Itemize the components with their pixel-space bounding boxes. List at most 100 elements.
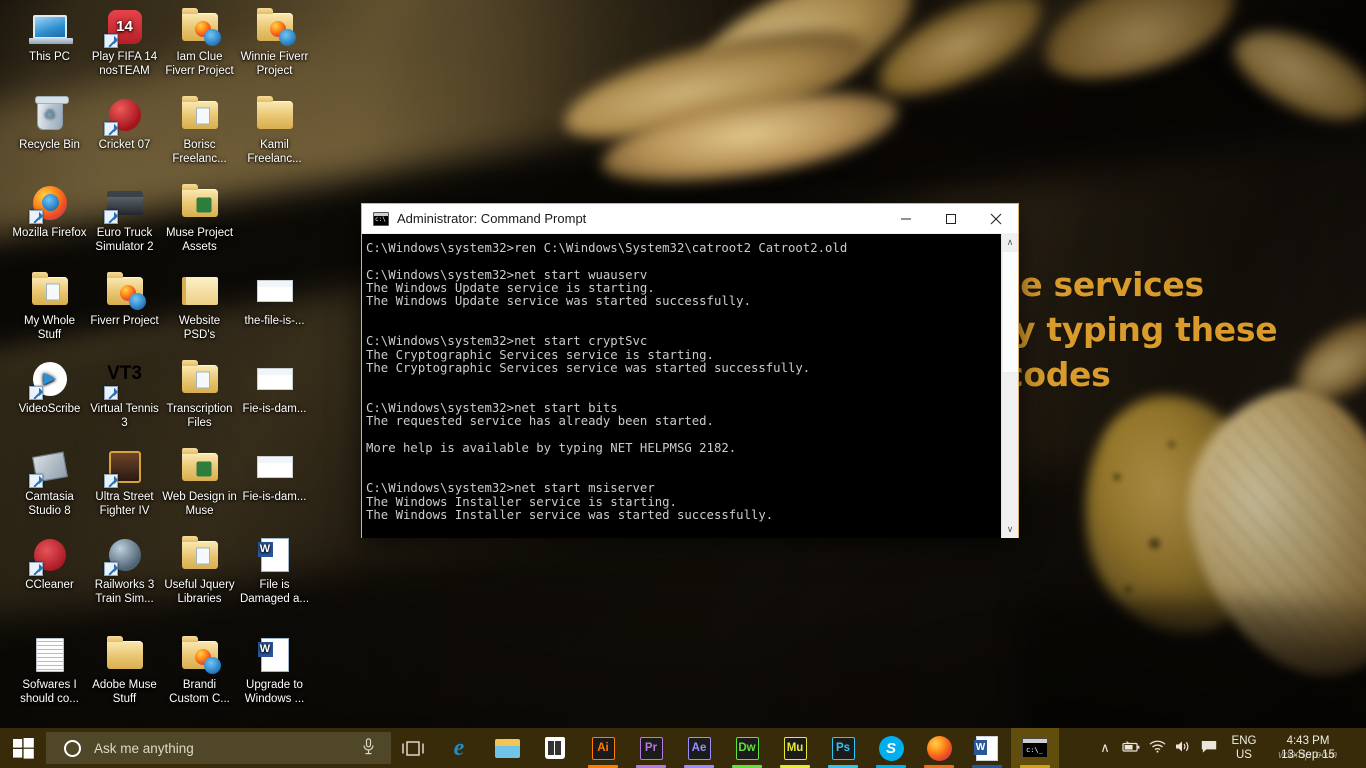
desktop-icon-euro-truck-simulator-2[interactable]: Euro Truck Simulator 2 [87,182,162,254]
desktop-icon-label: File is Damaged a... [239,579,310,605]
desktop-icon-label: Recycle Bin [19,139,80,151]
scroll-up-icon[interactable]: ∧ [1002,234,1019,251]
desktop-icon-upgrade-to-windows[interactable]: Upgrade to Windows ... [237,634,312,706]
desktop-icon-my-whole-stuff[interactable]: My Whole Stuff [12,270,87,342]
tray-chevron-icon[interactable]: ∧ [1092,740,1118,756]
desktop-icon-videoscribe[interactable]: ▶ VideoScribe [12,358,87,416]
desktop-icon-label: This PC [29,51,70,63]
desktop-icon-transcription-files[interactable]: Transcription Files [162,358,237,430]
desktop-icon-label: Useful Jquery Libraries [164,579,235,605]
taskbar-app-illustrator[interactable]: Ai [579,728,627,768]
taskbar-app-list[interactable]: e Ai Pr Ae Dw Mu Ps S Wc:\_ [435,728,1059,768]
console-scrollbar[interactable]: ∧ ∨ [1001,234,1018,538]
icon-art [253,6,297,48]
scrollbar-track[interactable] [1001,251,1018,521]
wifi-icon[interactable] [1144,740,1170,756]
taskbar-app-skype[interactable]: S [867,728,915,768]
desktop-icon-label: Fie-is-dam... [242,403,307,415]
search-input[interactable]: Ask me anything [46,732,391,764]
taskbar-app-command-prompt[interactable]: c:\_ [1011,728,1059,768]
desktop-icon-fiverr-project[interactable]: Fiverr Project [87,270,162,328]
clock[interactable]: 4:43 PM 13-Sep-15 wsxdp.com [1266,734,1350,762]
folder-open-icon [181,277,218,305]
desktop-icon-label: Iam Clue Fiverr Project [165,51,234,77]
folder-icon [106,636,143,669]
scrollbar-thumb[interactable] [1001,251,1018,373]
desktop-icon-fie-is-dam[interactable]: Fie-is-dam... [237,358,312,416]
desktop-icon-winnie-fiverr-project[interactable]: Winnie Fiverr Project [237,6,312,78]
dreamweaver-icon: Dw [735,736,759,760]
desktop-icon-railworks-3-train-sim[interactable]: Railworks 3 Train Sim... [87,534,162,606]
volume-icon[interactable] [1170,740,1196,756]
desktop-icon-label: Virtual Tennis 3 [90,403,159,429]
taskbar[interactable]: Ask me anything e Ai Pr Ae Dw Mu Ps S Wc:\_ ∧ [0,728,1366,768]
maximize-button[interactable] [928,204,973,234]
minimize-button[interactable] [883,204,928,234]
desktop-icon-cricket-07[interactable]: Cricket 07 [87,94,162,152]
desktop-icon-mozilla-firefox[interactable]: Mozilla Firefox [12,182,87,240]
desktop-icon-this-pc[interactable]: This PC [12,6,87,64]
shortcut-overlay-icon [103,122,118,136]
close-button[interactable] [973,204,1018,234]
desktop-icon-useful-jquery-libraries[interactable]: Useful Jquery Libraries [162,534,237,606]
task-view-button[interactable] [391,728,435,768]
cortana-circle-icon[interactable] [64,739,81,757]
icon-art [28,634,72,676]
action-center-icon[interactable] [1196,740,1222,757]
icon-art: ▶ [28,358,72,400]
desktop-icon-ccleaner[interactable]: CCleaner [12,534,87,592]
word-document-icon [257,538,289,572]
taskbar-app-word[interactable]: W [963,728,1011,768]
desktop-icon-label: Web Design in Muse [162,491,237,517]
desktop-icon-borisc-freelanc[interactable]: Borisc Freelanc... [162,94,237,166]
desktop-icon-web-design-in-muse[interactable]: Web Design in Muse [162,446,237,518]
taskbar-app-dreamweaver[interactable]: Dw [723,728,771,768]
icon-art [253,446,297,488]
desktop-icon-label: Website PSD's [178,315,221,341]
battery-icon[interactable] [1118,740,1144,756]
desktop-icon-fie-is-dam[interactable]: Fie-is-dam... [237,446,312,504]
desktop-icon-label: Adobe Muse Stuff [92,679,157,705]
system-tray[interactable]: ∧ ENG US 4:43 PM 13-Sep-15 wsxdp.com [1059,728,1366,768]
desktop-icon-recycle-bin[interactable]: Recycle Bin [12,94,87,152]
command-prompt-window[interactable]: Administrator: Command Prompt C:\Windows… [361,203,1019,538]
console-body[interactable]: C:\Windows\system32>ren C:\Windows\Syste… [362,234,1018,538]
start-button[interactable] [0,728,46,768]
desktop-icon-the-file-is[interactable]: the-file-is-... [237,270,312,328]
desktop-icon-kamil-freelanc[interactable]: Kamil Freelanc... [237,94,312,166]
desktop-icon-ultra-street-fighter-iv[interactable]: Ultra Street Fighter IV [87,446,162,518]
window-titlebar[interactable]: Administrator: Command Prompt [362,204,1018,234]
taskbar-app-firefox[interactable] [915,728,963,768]
desktop-icon-sofwares-i-should-co[interactable]: Sofwares I should co... [12,634,87,706]
muse-icon: Mu [783,736,807,760]
desktop-icon-brandi-custom-c[interactable]: Brandi Custom C... [162,634,237,706]
desktop-icon-virtual-tennis-3[interactable]: VT3 Virtual Tennis 3 [87,358,162,430]
taskbar-app-premiere-pro[interactable]: Pr [627,728,675,768]
taskbar-app-store[interactable] [531,728,579,768]
taskbar-app-photoshop[interactable]: Ps [819,728,867,768]
icon-art [28,534,72,576]
icon-art [103,534,147,576]
shortcut-overlay-icon [103,210,118,224]
taskbar-app-file-explorer[interactable] [483,728,531,768]
desktop-icon-website-psd-s[interactable]: Website PSD's [162,270,237,342]
scroll-down-icon[interactable]: ∨ [1002,521,1019,538]
shortcut-overlay-icon [28,562,43,576]
word-document-icon [257,638,289,672]
desktop-icon-iam-clue-fiverr-project[interactable]: Iam Clue Fiverr Project [162,6,237,78]
taskbar-app-edge[interactable]: e [435,728,483,768]
shortcut-overlay-icon [28,386,43,400]
microphone-icon[interactable] [357,738,379,758]
desktop-icon-adobe-muse-stuff[interactable]: Adobe Muse Stuff [87,634,162,706]
taskbar-app-muse[interactable]: Mu [771,728,819,768]
desktop-icon-label: Muse Project Assets [165,227,234,253]
icon-art [28,182,72,224]
shortcut-overlay-icon [28,210,43,224]
after-effects-icon: Ae [687,736,711,760]
taskbar-app-after-effects[interactable]: Ae [675,728,723,768]
desktop-icon-file-is-damaged-a[interactable]: File is Damaged a... [237,534,312,606]
shortcut-overlay-icon [103,562,118,576]
desktop-icon-play-fifa-14-nosteam[interactable]: 14 Play FIFA 14 nosTEAM [87,6,162,78]
desktop-icon-muse-project-assets[interactable]: Muse Project Assets [162,182,237,254]
desktop-icon-camtasia-studio-8[interactable]: Camtasia Studio 8 [12,446,87,518]
